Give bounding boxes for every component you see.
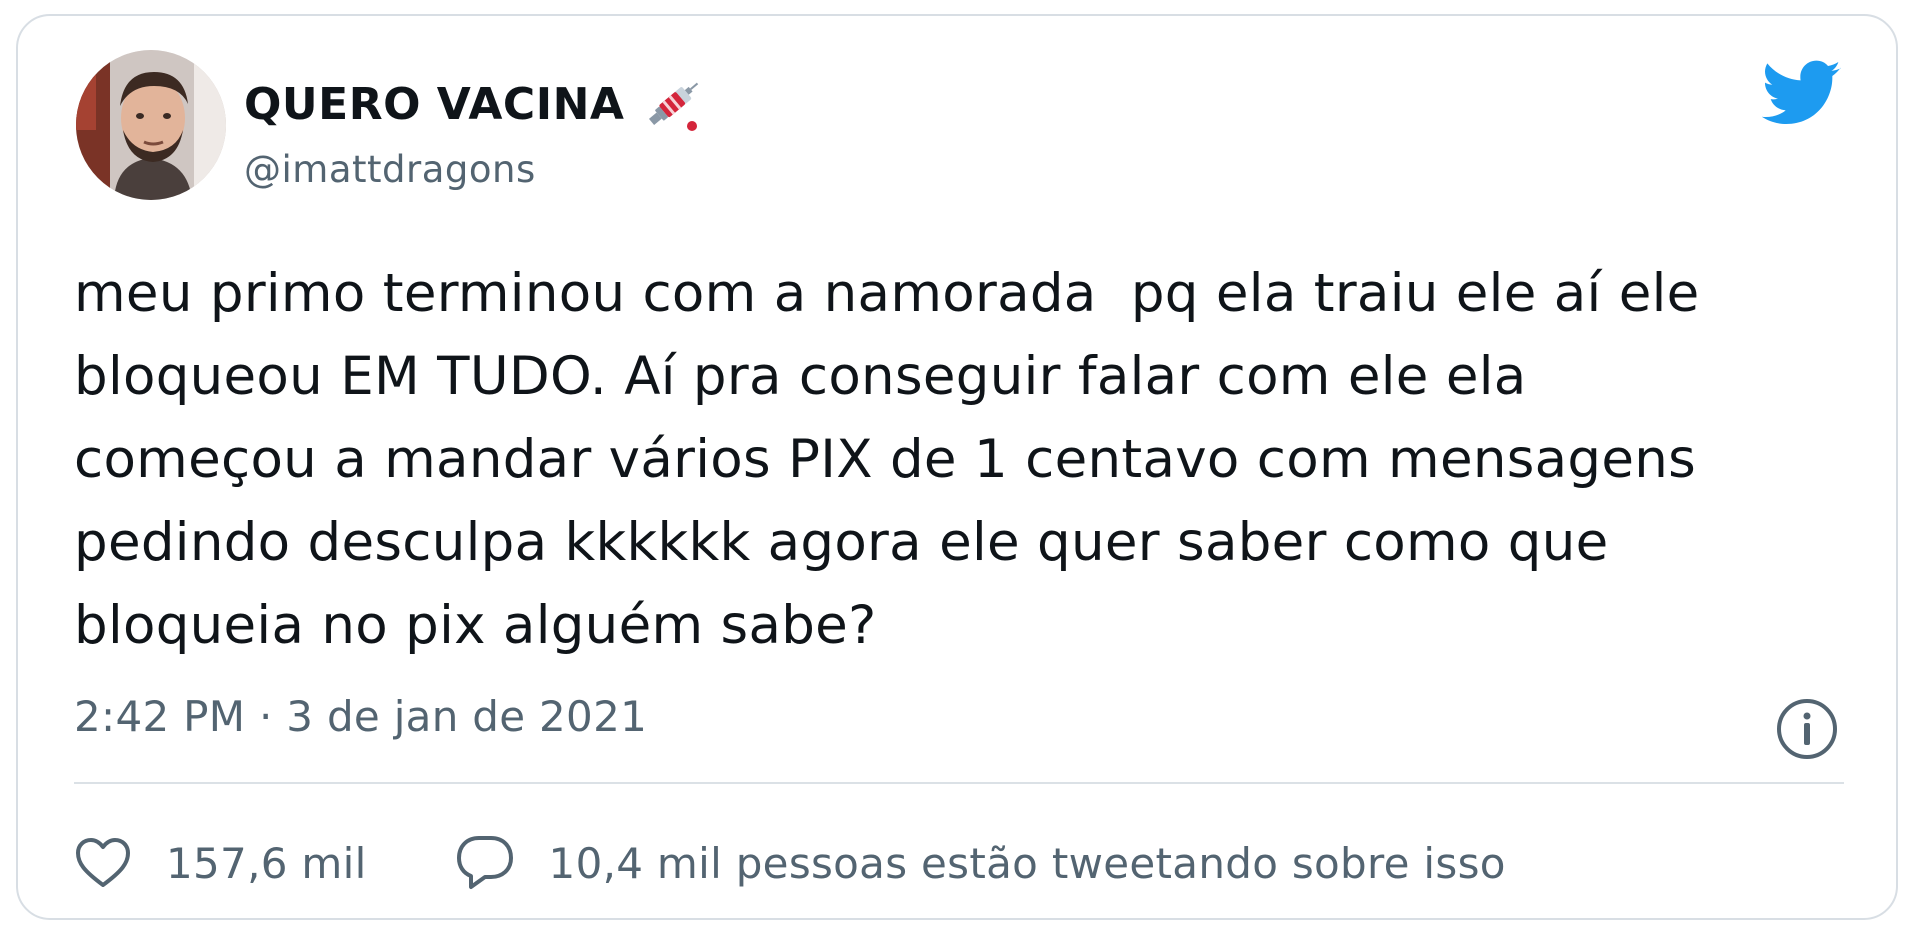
syringe-icon bbox=[640, 73, 706, 135]
conversation-label: 10,4 mil pessoas estão tweetando sobre i… bbox=[548, 838, 1506, 888]
tweet-text-line: pedindo desculpa kkkkkk agora ele quer s… bbox=[74, 512, 1609, 573]
avatar-image bbox=[76, 50, 226, 200]
tweet-card[interactable]: QUERO VACINA @imattdragons meu primo ter… bbox=[16, 14, 1898, 920]
tweet-text-line: bloqueia no pix alguém sabe? bbox=[74, 595, 877, 656]
heart-icon bbox=[76, 838, 130, 887]
tweet-text: meu primo terminou com a namorada pq ela… bbox=[74, 252, 1854, 667]
conversation-button[interactable]: 10,4 mil pessoas estão tweetando sobre i… bbox=[455, 834, 1506, 892]
display-name-row[interactable]: QUERO VACINA bbox=[244, 72, 706, 136]
info-icon[interactable] bbox=[1774, 696, 1840, 762]
avatar[interactable] bbox=[76, 50, 226, 200]
twitter-bird-icon[interactable] bbox=[1761, 60, 1842, 130]
like-count: 157,6 mil bbox=[166, 838, 367, 888]
divider bbox=[74, 782, 1844, 784]
like-button[interactable]: 157,6 mil bbox=[74, 836, 367, 890]
timestamp-link[interactable]: 2:42 PM · 3 de jan de 2021 bbox=[74, 692, 647, 741]
tweet-text-line: meu primo terminou com a namorada pq ela… bbox=[74, 263, 1700, 324]
username[interactable]: @imattdragons bbox=[244, 148, 536, 191]
display-name[interactable]: QUERO VACINA bbox=[244, 79, 624, 130]
tweet-text-line: começou a mandar vários PIX de 1 centavo… bbox=[74, 429, 1697, 490]
speech-bubble-icon bbox=[456, 836, 513, 889]
tweet-text-line: bloqueou EM TUDO. Aí pra conseguir falar… bbox=[74, 346, 1527, 407]
action-bar: 157,6 mil 10,4 mil pessoas estão tweetan… bbox=[74, 828, 1506, 898]
